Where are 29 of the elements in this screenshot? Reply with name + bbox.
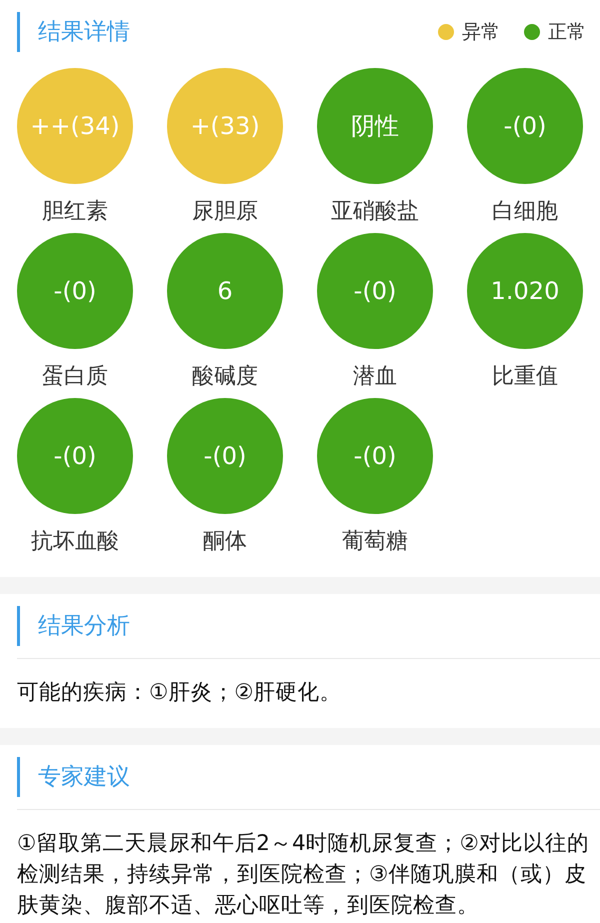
paragraph-text: 可能的疾病：①肝炎；②肝硬化。 — [17, 679, 343, 707]
result-value: 阴性 — [317, 68, 433, 184]
section-title: 结果详情 — [17, 12, 130, 52]
result-name: 比重值 — [491, 363, 559, 391]
result-name: 尿胆原 — [191, 198, 259, 226]
section-title: 结果分析 — [17, 606, 130, 646]
result-value: -(0) — [317, 398, 433, 514]
result-name: 酸碱度 — [191, 363, 259, 391]
result-value: -(0) — [167, 398, 283, 514]
result-value: -(0) — [467, 68, 583, 184]
result-name: 酮体 — [202, 528, 248, 556]
section-title: 专家建议 — [17, 757, 130, 797]
legend-label: 异常 — [462, 20, 500, 45]
result-name: 潜血 — [352, 363, 398, 391]
result-value: +(33) — [167, 68, 283, 184]
result-value: 1.020 — [467, 233, 583, 349]
result-name: 胆红素 — [41, 198, 109, 226]
result-name: 亚硝酸盐 — [330, 198, 420, 226]
result-name: 蛋白质 — [41, 363, 109, 391]
result-value: -(0) — [17, 398, 133, 514]
result-value: 6 — [167, 233, 283, 349]
result-name: 抗坏血酸 — [30, 528, 120, 556]
result-value: ++(34) — [17, 68, 133, 184]
result-name: 白细胞 — [491, 198, 559, 226]
result-value: -(0) — [317, 233, 433, 349]
paragraph-text: ①留取第二天晨尿和午后2～4时随机尿复查；②对比以往的检测结果，持续异常，到医院检查；③伴随巩膜和（或）皮肤黄染、腹部不适、恶心呕吐等，到医院检查。 — [17, 830, 590, 920]
result-value: -(0) — [17, 233, 133, 349]
legend-label: 正常 — [548, 20, 586, 45]
result-name: 葡萄糖 — [341, 528, 409, 556]
